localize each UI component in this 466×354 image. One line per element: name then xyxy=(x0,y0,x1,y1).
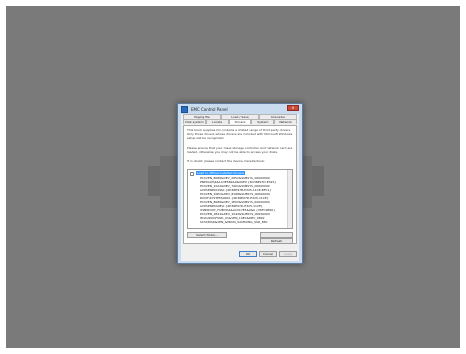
app-icon xyxy=(181,105,188,113)
tab-system[interactable]: System xyxy=(251,119,275,124)
apply-button[interactable]: Apply xyxy=(279,251,297,257)
driver-list-scrollbar[interactable] xyxy=(287,170,292,228)
drivers-tab-page: This block supplies I/O contains a limit… xyxy=(183,125,297,244)
driver-list-root-item[interactable]: Load in official installed drivers xyxy=(196,171,245,175)
ok-button[interactable]: OK xyxy=(239,251,257,257)
title-bar[interactable]: EMC Control Panel x xyxy=(178,104,302,114)
dialog-body: Paging file Load / Save AirLoader Disk s… xyxy=(181,114,299,261)
tab-drivers[interactable]: Drivers xyxy=(228,119,252,124)
control-panel-window: EMC Control Panel x Paging file Load / S… xyxy=(177,103,303,264)
drivers-description: This block supplies I/O contains a limit… xyxy=(187,128,293,140)
close-button[interactable]: x xyxy=(287,105,299,111)
refresh-button[interactable]: Refresh xyxy=(260,238,293,244)
driver-list[interactable]: Load in official installed drivers PCI\V… xyxy=(187,169,293,229)
tab-locate[interactable]: Locate xyxy=(205,119,229,124)
drivers-contact-note: If in doubt, please contact the device m… xyxy=(187,159,265,163)
select-folder-button[interactable]: Select folder... xyxy=(187,232,227,238)
driver-list-item[interactable]: SCSI\DISK&VEN_&PROD_SAMSUNG_SSD_850 xyxy=(200,220,290,224)
tree-expand-toggle[interactable] xyxy=(190,172,194,176)
desktop-background: EMC Control Panel x Paging file Load / S… xyxy=(6,6,460,348)
drivers-warning: Please ensure that your mass storage con… xyxy=(187,146,293,154)
cancel-button[interactable]: Cancel xyxy=(259,251,277,257)
tab-row-front: Disk system Locate Drivers System Networ… xyxy=(183,119,297,124)
window-title: EMC Control Panel xyxy=(191,106,228,112)
tab-network[interactable]: Network xyxy=(274,119,297,124)
tab-disk-system[interactable]: Disk system xyxy=(183,119,206,124)
